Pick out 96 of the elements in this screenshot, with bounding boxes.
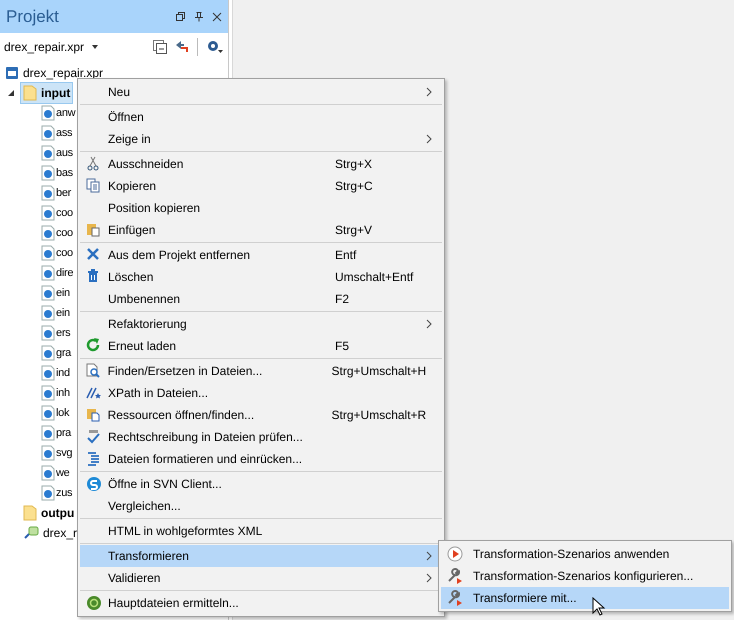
web-file-icon bbox=[41, 225, 55, 241]
web-file-icon bbox=[41, 325, 55, 341]
close-icon[interactable] bbox=[212, 12, 222, 22]
menu-item[interactable]: Rechtschreibung in Dateien prüfen... bbox=[80, 426, 442, 448]
web-file-icon bbox=[41, 365, 55, 381]
tree-item[interactable]: drex_r bbox=[20, 522, 80, 544]
web-file-icon bbox=[41, 165, 55, 181]
menu-item[interactable]: Transformation-Szenarios anwenden bbox=[441, 543, 729, 565]
indent-icon bbox=[86, 451, 102, 467]
menu-item[interactable]: XPath in Dateien... bbox=[80, 382, 442, 404]
wrench-play-icon bbox=[447, 568, 463, 584]
tree-item[interactable]: we bbox=[38, 462, 72, 484]
tree-item[interactable]: lok bbox=[38, 402, 72, 424]
web-file-icon bbox=[41, 425, 55, 441]
tree-item[interactable]: svg bbox=[38, 442, 76, 464]
find-file-icon bbox=[86, 363, 102, 379]
web-file-icon bbox=[41, 285, 55, 301]
tree-item[interactable]: gra bbox=[38, 342, 74, 364]
tree-item[interactable]: ein bbox=[38, 282, 73, 304]
menu-item[interactable]: Vergleichen... bbox=[80, 495, 442, 517]
tree-item[interactable]: input bbox=[20, 82, 74, 104]
menu-item[interactable]: Löschen Umschalt+Entf bbox=[80, 266, 442, 288]
tree-item[interactable]: ers bbox=[38, 322, 74, 344]
svn-logo-icon bbox=[86, 476, 102, 492]
web-file-icon bbox=[41, 465, 55, 481]
menu-item[interactable]: Öffne in SVN Client... bbox=[80, 473, 442, 495]
xpr-file-icon bbox=[23, 525, 39, 541]
menu-item[interactable]: Dateien formatieren und einrücken... bbox=[80, 448, 442, 470]
menu-item[interactable]: Neu bbox=[80, 81, 442, 103]
tree-item[interactable]: zus bbox=[38, 482, 76, 504]
collapse-all-icon[interactable] bbox=[153, 40, 167, 54]
web-file-icon bbox=[41, 205, 55, 221]
tree-item[interactable]: ber bbox=[38, 182, 74, 204]
menu-item[interactable]: Finden/Ersetzen in Dateien... Strg+Umschalt+H bbox=[80, 360, 442, 382]
tree-item[interactable]: drex_repair.xpr bbox=[2, 62, 106, 84]
tree-item[interactable]: ind bbox=[38, 362, 73, 384]
copy-icon bbox=[86, 178, 102, 194]
play-icon bbox=[447, 546, 463, 562]
pin-icon[interactable] bbox=[194, 11, 204, 22]
tree-item[interactable]: anw bbox=[38, 102, 78, 124]
tree-item[interactable]: outpu bbox=[20, 502, 78, 524]
tree-item[interactable]: ein bbox=[38, 302, 73, 324]
spell-check-icon bbox=[86, 429, 102, 445]
menu-item[interactable]: Umbenennen F2 bbox=[80, 288, 442, 310]
tree-item[interactable]: inh bbox=[38, 382, 73, 404]
expanded-arrow-icon[interactable] bbox=[7, 89, 15, 97]
menu-item[interactable]: Position kopieren bbox=[80, 197, 442, 219]
paste-icon bbox=[86, 222, 102, 238]
web-file-icon bbox=[41, 125, 55, 141]
mouse-pointer-icon bbox=[592, 597, 606, 617]
project-icon bbox=[5, 66, 19, 80]
reload-icon bbox=[86, 338, 102, 354]
menu-item[interactable]: Einfügen Strg+V bbox=[80, 219, 442, 241]
caret-icon[interactable] bbox=[92, 45, 98, 49]
tree-item[interactable]: dire bbox=[38, 262, 76, 284]
tree-item[interactable]: bas bbox=[38, 162, 76, 184]
menu-item[interactable]: Ausschneiden Strg+X bbox=[80, 153, 442, 175]
menu-item[interactable]: Ressourcen öffnen/finden... Strg+Umschalt+R bbox=[80, 404, 442, 426]
tree-item[interactable]: ass bbox=[38, 122, 76, 144]
web-file-icon bbox=[41, 145, 55, 161]
tree-item[interactable]: aus bbox=[38, 142, 76, 164]
menu-item[interactable]: Hauptdateien ermitteln... bbox=[80, 592, 442, 614]
folder-icon bbox=[23, 505, 37, 521]
web-file-icon bbox=[41, 385, 55, 401]
restore-icon[interactable] bbox=[175, 11, 186, 22]
folder-icon bbox=[23, 85, 37, 101]
web-file-icon bbox=[41, 405, 55, 421]
menu-item[interactable]: Kopieren Strg+C bbox=[80, 175, 442, 197]
menu-item[interactable]: Aus dem Projekt entfernen Entf bbox=[80, 244, 442, 266]
project-dropdown[interactable]: drex_repair.xpr bbox=[4, 38, 84, 56]
menu-item[interactable]: Validieren bbox=[80, 567, 442, 589]
web-file-icon bbox=[41, 305, 55, 321]
tree-item[interactable]: coo bbox=[38, 202, 76, 224]
web-file-icon bbox=[41, 345, 55, 361]
slashes-star-icon bbox=[86, 385, 102, 401]
web-file-icon bbox=[41, 485, 55, 501]
folder-file-icon bbox=[86, 407, 102, 423]
target-icon bbox=[86, 595, 102, 611]
menu-item[interactable]: Zeige in bbox=[80, 128, 442, 150]
menu-item[interactable]: Transformiere mit... bbox=[441, 587, 729, 609]
menu-item[interactable]: Erneut laden F5 bbox=[80, 335, 442, 357]
web-file-icon bbox=[41, 265, 55, 281]
tree-item[interactable]: coo bbox=[38, 242, 76, 264]
menu-item[interactable]: Refaktorierung bbox=[80, 313, 442, 335]
web-file-icon bbox=[41, 105, 55, 121]
web-file-icon bbox=[41, 445, 55, 461]
menu-item[interactable]: HTML in wohlgeformtes XML bbox=[80, 520, 442, 542]
wrench-play-icon bbox=[447, 590, 463, 606]
tree-item[interactable]: pra bbox=[38, 422, 74, 444]
web-file-icon bbox=[41, 185, 55, 201]
tree-item[interactable]: coo bbox=[38, 222, 76, 244]
menu-item[interactable]: Öffnen bbox=[80, 106, 442, 128]
menu-item[interactable]: Transformation-Szenarios konfigurieren... bbox=[441, 565, 729, 587]
panel-title: Projekt bbox=[6, 6, 60, 28]
link-icon[interactable] bbox=[175, 40, 189, 54]
web-file-icon bbox=[41, 245, 55, 261]
